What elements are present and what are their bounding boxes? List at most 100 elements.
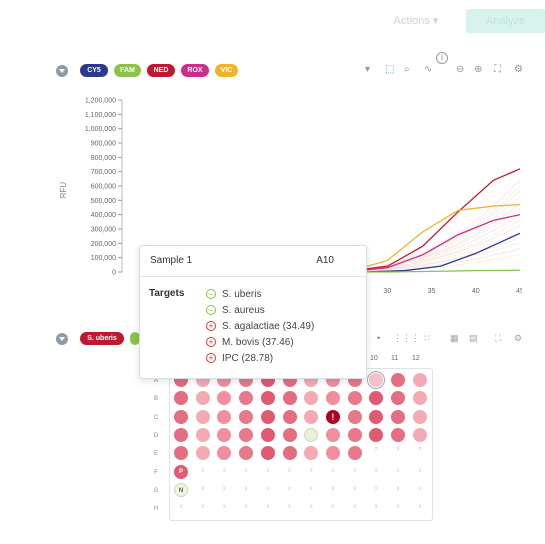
plate-well[interactable] [282, 427, 297, 442]
plate-settings-icon[interactable]: ⚙ [514, 333, 522, 344]
y-tick-label: 500,000 [91, 198, 116, 205]
fullscreen-icon[interactable]: ⛶ [494, 64, 501, 75]
tooltip-target-name: S. uberis [222, 289, 262, 300]
column-label-10: 10 [370, 355, 378, 362]
tooltip-targets-label: Targets [149, 288, 185, 299]
tooltip-target-row: − S. aureus [206, 304, 265, 318]
empty-well-mark: x [396, 467, 400, 474]
plate-well[interactable] [260, 427, 275, 442]
plate-layout-384-icon[interactable]: ▤ [469, 333, 478, 344]
zoom-region-icon[interactable]: ⌕ [404, 64, 410, 75]
plate-well[interactable] [260, 409, 275, 424]
info-icon[interactable]: i [436, 52, 448, 64]
empty-well-mark: x [222, 467, 226, 474]
empty-well-mark: x [331, 485, 335, 492]
dye-chip-fam[interactable]: FAM [114, 64, 141, 77]
plate-well[interactable] [260, 391, 275, 406]
row-label-c: C [153, 414, 159, 421]
dye-chip-rox[interactable]: ROX [181, 64, 209, 77]
plate-well[interactable] [369, 409, 384, 424]
plate-well[interactable] [325, 446, 340, 461]
empty-well-mark: x [179, 504, 183, 511]
empty-well-mark: x [418, 504, 422, 511]
plate-well[interactable] [347, 391, 362, 406]
column-label-12: 12 [412, 355, 420, 362]
plate-well[interactable] [282, 446, 297, 461]
empty-well-mark: x [244, 504, 248, 511]
negative-result-icon: − [206, 289, 216, 300]
plate-well[interactable] [239, 409, 254, 424]
plate-well[interactable] [239, 427, 254, 442]
empty-well-mark: x [396, 504, 400, 511]
select-tool-icon[interactable]: ⬚ [385, 64, 394, 75]
collapse-toggle-icon[interactable] [56, 65, 68, 77]
well-plate [169, 368, 433, 521]
plate-well[interactable] [174, 427, 188, 442]
dropdown-caret-icon[interactable]: ▾ [365, 64, 370, 75]
settings-gear-icon[interactable]: ⚙ [514, 64, 523, 75]
zoom-out-icon[interactable]: ⊖ [456, 64, 464, 75]
dye-chip-vic[interactable]: VIC [215, 64, 238, 77]
empty-well-mark: x [222, 485, 226, 492]
plate-well[interactable] [174, 409, 188, 424]
plate-well[interactable] [391, 427, 405, 442]
plate-well[interactable] [391, 373, 405, 387]
tooltip-target-row: + M. bovis (37.46) [206, 336, 294, 350]
plate-well[interactable] [325, 427, 340, 442]
target-filter-label: S. uberis [87, 335, 117, 342]
empty-well-mark: x [309, 504, 313, 511]
empty-well-mark: x [309, 485, 313, 492]
plate-well[interactable] [347, 427, 362, 442]
plate-collapse-toggle-icon[interactable] [56, 333, 68, 345]
target-filter-chip[interactable]: S. uberis [80, 332, 124, 345]
empty-well-mark: x [309, 467, 313, 474]
empty-well-mark: x [418, 467, 422, 474]
plate-well[interactable] [260, 446, 275, 461]
y-tick-label: 800,000 [91, 155, 116, 162]
dot-view-icon[interactable]: • [377, 333, 380, 343]
y-tick-label: 1,200,000 [85, 98, 116, 105]
positive-result-icon: + [206, 321, 216, 332]
plate-well[interactable] [195, 446, 210, 461]
dye-chip-cy5[interactable]: CY5 [80, 64, 108, 77]
y-tick-label: 600,000 [91, 184, 116, 191]
plate-well[interactable] [347, 409, 362, 424]
plate-well[interactable] [282, 391, 297, 406]
plate-layout-96-icon[interactable]: ▦ [450, 333, 459, 344]
positive-control-well[interactable]: P [174, 464, 188, 479]
plate-well[interactable] [391, 409, 405, 424]
empty-well-mark: x [353, 467, 357, 474]
grid-dense-icon[interactable]: ⋮⋮⋮ [393, 333, 420, 344]
plate-well[interactable] [412, 409, 427, 424]
y-tick-label: 1,100,000 [85, 112, 116, 119]
empty-well-mark: x [266, 504, 270, 511]
grid-sparse-icon[interactable]: ∷ [424, 333, 430, 344]
empty-well-mark: x [288, 467, 291, 474]
plate-well[interactable] [282, 409, 297, 424]
plate-well[interactable] [412, 391, 427, 406]
empty-well-mark: x [288, 504, 291, 511]
plate-well[interactable] [195, 391, 210, 406]
tooltip-sample-name: Sample 1 [150, 255, 193, 266]
y-tick-label: 200,000 [91, 241, 116, 248]
plate-well[interactable] [195, 409, 210, 424]
zoom-in-icon[interactable]: ⊕ [474, 64, 482, 75]
row-label-g: G [153, 487, 159, 494]
plate-well[interactable] [304, 409, 319, 424]
plate-well[interactable] [412, 373, 427, 387]
plate-well[interactable] [217, 409, 232, 424]
row-label-h: H [153, 506, 159, 513]
pan-tool-icon[interactable]: ∿ [424, 64, 432, 75]
plate-well[interactable] [195, 427, 210, 442]
y-tick-label: 400,000 [91, 212, 116, 219]
plate-well[interactable] [347, 446, 362, 461]
plate-fullscreen-icon[interactable]: ⛶ [495, 333, 501, 344]
negative-control-well[interactable]: N [174, 482, 188, 497]
plate-well[interactable] [412, 427, 427, 442]
actions-dropdown[interactable]: Actions ▾ [376, 10, 456, 32]
analyze-button[interactable]: Analyze [466, 9, 545, 33]
dye-chip-ned[interactable]: NED [147, 64, 175, 77]
plate-well-alert[interactable]: ! [325, 409, 340, 424]
plate-well-negative[interactable] [304, 427, 319, 442]
empty-well-mark: x [374, 485, 378, 492]
